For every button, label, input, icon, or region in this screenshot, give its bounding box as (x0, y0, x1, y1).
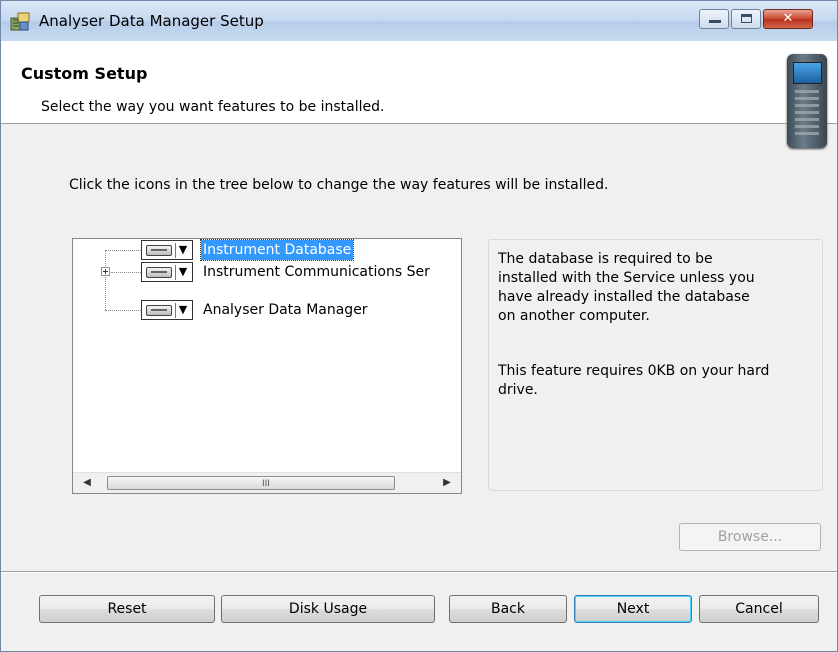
device-keypad (795, 90, 819, 138)
divider (1, 571, 837, 573)
scroll-right-icon[interactable]: ▶ (439, 475, 455, 491)
browse-button[interactable]: Browse... (679, 523, 821, 551)
minimize-icon (709, 20, 721, 23)
tree-item-analyser-data-manager[interactable]: ▼ Analyser Data Manager (73, 299, 461, 321)
page-title: Custom Setup (21, 64, 148, 83)
reset-button[interactable]: Reset (39, 595, 215, 623)
horizontal-scrollbar[interactable]: ◀ III ▶ (73, 472, 461, 493)
window-title: Analyser Data Manager Setup (39, 12, 264, 30)
tree-item-instrument-database[interactable]: ▼ Instrument Database (73, 239, 461, 261)
device-screen (793, 62, 822, 84)
feature-description-panel: The database is required to be installed… (488, 239, 823, 491)
tree-item-label[interactable]: Instrument Communications Ser (201, 262, 432, 282)
tree-item-instrument-communications[interactable]: ▼ Instrument Communications Ser (73, 261, 461, 283)
setup-window: Analyser Data Manager Setup ✕ Custom Set… (0, 0, 838, 652)
feature-tree[interactable]: ▼ Instrument Database ▼ Instrument Commu… (72, 238, 462, 494)
back-button[interactable]: Back (449, 595, 567, 623)
page-subtitle: Select the way you want features to be i… (41, 99, 385, 115)
maximize-button[interactable] (731, 9, 761, 29)
scroll-thumb[interactable]: III (107, 476, 395, 490)
hard-drive-icon (146, 305, 172, 316)
dropdown-arrow-icon: ▼ (178, 243, 188, 256)
cancel-button[interactable]: Cancel (699, 595, 819, 623)
scroll-left-icon[interactable]: ◀ (79, 475, 95, 491)
tree-item-label[interactable]: Analyser Data Manager (201, 300, 370, 320)
dropdown-arrow-icon: ▼ (178, 265, 188, 278)
installer-icon (10, 12, 30, 31)
dropdown-arrow-icon: ▼ (178, 303, 188, 316)
close-icon: ✕ (782, 11, 794, 26)
minimize-button[interactable] (699, 9, 729, 29)
feature-description: The database is required to be installed… (498, 251, 755, 324)
maximize-icon (741, 14, 752, 23)
hard-drive-icon (146, 245, 172, 256)
close-button[interactable]: ✕ (763, 9, 813, 29)
feature-size-requirement: This feature requires 0KB on your hard d… (498, 363, 770, 398)
expand-plus-icon[interactable] (101, 267, 110, 276)
header-banner: Custom Setup Select the way you want fea… (1, 41, 837, 148)
instruction-text: Click the icons in the tree below to cha… (69, 177, 609, 193)
disk-usage-button[interactable]: Disk Usage (221, 595, 435, 623)
feature-install-dropdown[interactable]: ▼ (141, 262, 193, 282)
feature-install-dropdown[interactable]: ▼ (141, 240, 193, 260)
tree-item-label[interactable]: Instrument Database (199, 239, 355, 261)
scroll-grip: III (262, 479, 270, 489)
title-bar[interactable]: Analyser Data Manager Setup ✕ (1, 1, 837, 41)
feature-install-dropdown[interactable]: ▼ (141, 300, 193, 320)
hard-drive-icon (146, 267, 172, 278)
handheld-device-icon (787, 54, 827, 148)
next-button[interactable]: Next (574, 595, 692, 623)
